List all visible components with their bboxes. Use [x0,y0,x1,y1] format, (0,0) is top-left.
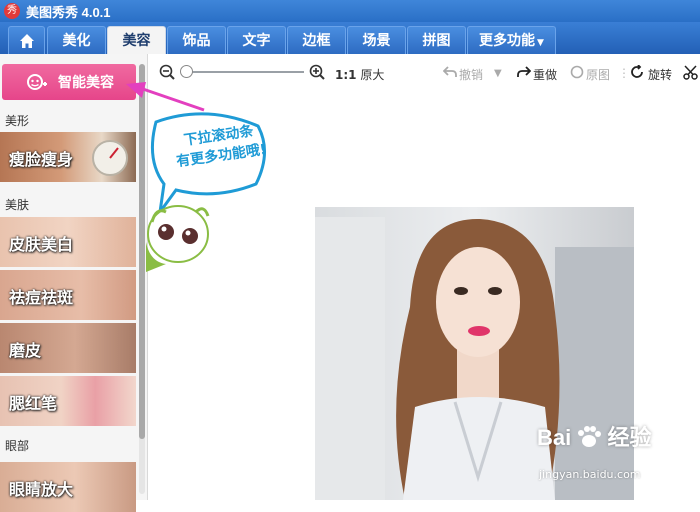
home-tab[interactable] [8,26,45,54]
tab-accessories[interactable]: 饰品 [167,26,226,54]
feature-label: 祛痘祛斑 [9,288,74,307]
tab-more-label: 更多功能 [479,33,536,49]
watermark-url: jingyan.baidu.com [539,468,641,481]
actual-size-button[interactable]: 1:1 原大 [335,66,384,83]
paw-icon [578,426,602,447]
photo-illustration [315,207,634,500]
tab-border[interactable]: 边框 [287,26,346,54]
rotate-icon [631,65,643,78]
redo-button[interactable]: 重做 [533,66,557,83]
tab-scene[interactable]: 场景 [347,26,406,54]
tab-beauty[interactable]: 美容 [107,26,166,54]
watermark-main: Bai [537,425,572,450]
section-label-shape: 美形 [5,114,30,128]
app-title: 美图秀秀 4.0.1 [26,4,111,20]
original-button[interactable]: 原图 [586,66,610,83]
undo-icon [443,66,457,77]
tab-more-features[interactable]: 更多功能 ▼ [467,26,556,54]
tab-text[interactable]: 文字 [227,26,286,54]
zoom-slider-track[interactable] [186,71,304,73]
feature-label: 皮肤美白 [9,235,74,254]
undo-dropdown-icon[interactable]: ▼ [494,68,502,79]
redo-icon [517,66,531,77]
zoom-out-icon[interactable] [159,64,175,80]
actual-size-label: 原大 [360,68,385,82]
zoom-slider-knob[interactable] [180,65,193,78]
feature-slim-face[interactable]: 瘦脸瘦身 [0,132,136,182]
pointer-arrow-icon [126,82,205,112]
feature-acne-removal[interactable]: 祛痘祛斑 [0,270,136,320]
tab-collage[interactable]: 拼图 [407,26,466,54]
rotate-button[interactable]: 旋转 [648,66,672,83]
feature-blush-brush[interactable]: 腮红笔 [0,376,136,426]
home-icon [19,34,34,48]
smart-beauty-label: 智能美容 [58,75,114,91]
edited-photo [315,207,634,500]
original-icon [570,65,584,79]
menu-bar: 美化 美容 饰品 文字 边框 场景 拼图 更多功能 ▼ [0,22,700,54]
feature-smooth-skin[interactable]: 磨皮 [0,323,136,373]
face-smile-icon [27,74,47,90]
feature-eye-enlarge[interactable]: 眼睛放大 [0,462,136,512]
scissors-icon[interactable] [683,65,698,80]
left-panel-scrollbar[interactable] [139,64,145,494]
scrollbar-thumb[interactable] [139,64,145,439]
feature-label: 腮红笔 [9,394,58,413]
actual-size-ratio: 1:1 [335,68,357,82]
smart-beauty-button[interactable]: 智能美容 [2,64,136,100]
left-panel: 智能美容 美形 瘦脸瘦身 美肤 皮肤美白 祛痘祛斑 磨皮 腮红笔 眼部 眼睛放大 [0,54,148,512]
app-logo-icon: 秀 [4,3,20,19]
zoom-in-icon[interactable] [309,64,325,80]
section-label-eyes: 眼部 [5,439,30,453]
toolbar: 1:1 原大 撤销 ▼ 重做 原图 ⋮ 旋转 [149,54,700,90]
tab-beautify[interactable]: 美化 [47,26,106,54]
feature-label: 眼睛放大 [9,480,74,499]
scale-icon [92,140,128,176]
toolbar-divider: ⋮ [618,66,630,80]
section-label-skin: 美肤 [5,198,30,212]
watermark-main-2: 经验 [607,425,652,450]
title-bar: 秀 美图秀秀 4.0.1 [0,0,700,22]
baidu-watermark: Bai 经验 jingyan.baidu.com [537,420,652,481]
feature-label: 瘦脸瘦身 [9,150,74,169]
feature-skin-whitening[interactable]: 皮肤美白 [0,217,136,267]
chevron-down-icon: ▼ [537,38,544,48]
undo-button[interactable]: 撤销 [459,66,483,83]
feature-label: 磨皮 [9,341,42,360]
